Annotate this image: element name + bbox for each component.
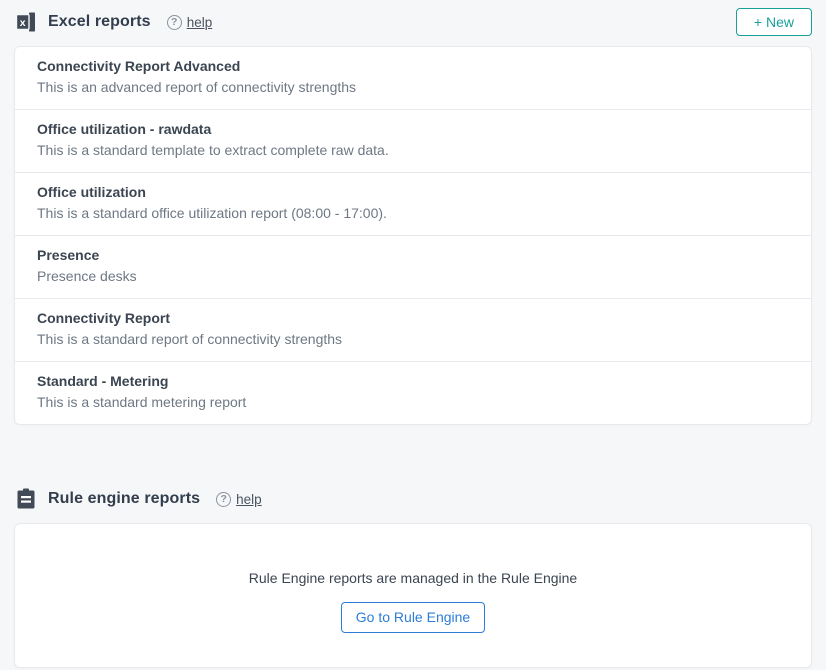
report-title: Connectivity Report Advanced [37, 57, 789, 76]
help-link-label: help [187, 15, 213, 30]
report-row[interactable]: Office utilization This is a standard of… [15, 173, 811, 236]
rule-engine-message: Rule Engine reports are managed in the R… [249, 570, 577, 586]
excel-file-icon: x [14, 10, 38, 34]
report-description: Presence desks [37, 267, 789, 286]
go-to-rule-engine-button[interactable]: Go to Rule Engine [341, 602, 485, 633]
report-title: Connectivity Report [37, 309, 789, 328]
report-title: Presence [37, 246, 789, 265]
svg-text:x: x [20, 17, 26, 29]
report-title: Office utilization - rawdata [37, 120, 789, 139]
report-row[interactable]: Connectivity Report This is a standard r… [15, 299, 811, 362]
report-title: Office utilization [37, 183, 789, 202]
report-title: Standard - Metering [37, 372, 789, 391]
excel-report-list: Connectivity Report Advanced This is an … [14, 46, 812, 425]
section-spacer [14, 425, 812, 477]
rule-engine-help-link[interactable]: ? help [216, 492, 262, 507]
report-row[interactable]: Presence Presence desks [15, 236, 811, 299]
report-description: This is a standard report of connectivit… [37, 330, 789, 349]
help-link-label: help [236, 492, 262, 507]
question-circle-icon: ? [167, 15, 182, 30]
excel-reports-header: x Excel reports ? help [14, 0, 812, 44]
report-row[interactable]: Connectivity Report Advanced This is an … [15, 47, 811, 110]
report-description: This is a standard office utilization re… [37, 204, 789, 223]
report-row[interactable]: Standard - Metering This is a standard m… [15, 362, 811, 424]
report-description: This is an advanced report of connectivi… [37, 78, 789, 97]
new-report-button[interactable]: + New [736, 8, 812, 36]
excel-reports-title: Excel reports [48, 13, 151, 31]
report-description: This is a standard metering report [37, 393, 789, 412]
question-circle-icon: ? [216, 492, 231, 507]
rule-engine-card: Rule Engine reports are managed in the R… [14, 523, 812, 668]
report-description: This is a standard template to extract c… [37, 141, 789, 160]
report-row[interactable]: Office utilization - rawdata This is a s… [15, 110, 811, 173]
rule-engine-title: Rule engine reports [48, 490, 200, 508]
rule-engine-header: Rule engine reports ? help [14, 477, 812, 521]
reports-page: x Excel reports ? help + New Connectivit… [0, 0, 826, 670]
clipboard-icon [14, 487, 38, 511]
excel-help-link[interactable]: ? help [167, 15, 213, 30]
